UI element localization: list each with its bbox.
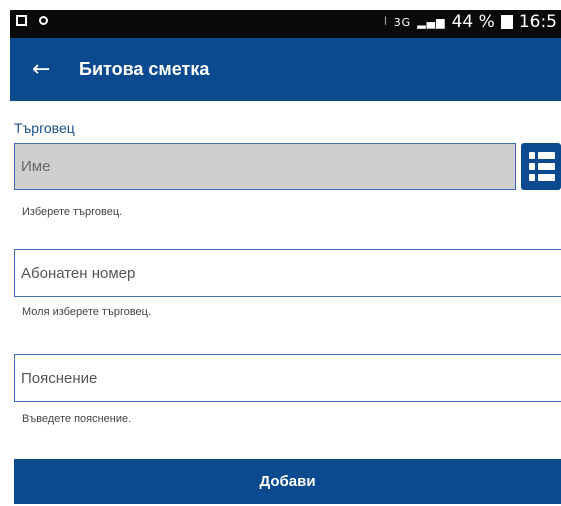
notification-icon (16, 15, 27, 26)
merchant-label: Търговец (14, 120, 75, 136)
shield-icon (39, 16, 48, 25)
subscriber-number-placeholder: Абонатен номер (21, 264, 136, 282)
note-help-text: Въведете пояснение. (22, 413, 132, 425)
status-bar: ⦚ 3G ▂▄▆ 44 % 16:5 (10, 10, 561, 38)
status-left-icons (16, 15, 48, 26)
battery-percent: 44 % (451, 12, 495, 32)
signal-icon: ▂▄▆ (417, 15, 446, 29)
note-placeholder: Пояснение (21, 369, 98, 387)
clock: 16:5 (518, 12, 557, 32)
add-button-label: Добави (259, 473, 316, 490)
back-arrow-icon[interactable]: ← (32, 58, 54, 81)
app-bar: ← Битова сметка (10, 38, 561, 101)
merchant-list-button[interactable] (521, 143, 561, 190)
add-button[interactable]: Добави (14, 459, 561, 504)
merchant-name-placeholder: Име (21, 158, 51, 175)
network-type: 3G (393, 15, 412, 29)
subscriber-number-field[interactable]: Абонатен номер (14, 249, 561, 297)
subscriber-help-text: Моля изберете търговец. (22, 306, 152, 318)
note-field[interactable]: Пояснение (14, 354, 561, 402)
merchant-name-field[interactable]: Име (14, 143, 516, 190)
status-right: ⦚ 3G ▂▄▆ 44 % 16:5 (384, 12, 557, 32)
merchant-help-text: Изберете търговец. (22, 206, 123, 218)
page-title: Битова сметка (79, 59, 210, 79)
battery-icon (500, 15, 513, 29)
vibrate-icon: ⦚ (384, 15, 388, 28)
